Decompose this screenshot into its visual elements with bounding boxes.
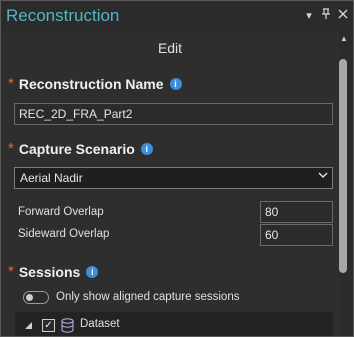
sessions-heading: * Sessions i: [8, 263, 99, 280]
capture-scenario-label: Capture Scenario: [18, 140, 135, 157]
required-marker: *: [8, 140, 14, 157]
aligned-sessions-toggle-label: Only show aligned capture sessions: [56, 291, 240, 303]
expand-triangle-icon[interactable]: [25, 322, 32, 331]
forward-overlap-input[interactable]: 80: [260, 201, 333, 223]
info-icon[interactable]: i: [169, 77, 182, 90]
scroll-up-icon[interactable]: ▲: [339, 33, 349, 45]
database-icon: [61, 318, 74, 333]
tree-item-label[interactable]: Dataset: [80, 318, 120, 330]
pane-content: Edit * Reconstruction Name i REC_2D_FRA_…: [1, 31, 339, 336]
capture-scenario-value: Aerial Nadir: [20, 171, 83, 185]
forward-overlap-label: Forward Overlap: [18, 206, 104, 218]
required-marker: *: [8, 75, 14, 92]
close-icon[interactable]: [336, 8, 350, 24]
sessions-tree: ✓ Dataset: [15, 312, 333, 336]
chevron-down-icon: [318, 170, 328, 183]
capture-scenario-select[interactable]: Aerial Nadir: [14, 167, 333, 189]
sideward-overlap-input[interactable]: 60: [260, 224, 333, 246]
capture-scenario-heading: * Capture Scenario i: [8, 140, 153, 157]
reconstruction-name-heading: * Reconstruction Name i: [8, 75, 182, 92]
reconstruction-name-label: Reconstruction Name: [18, 75, 164, 92]
aligned-sessions-toggle[interactable]: [23, 291, 49, 304]
edit-heading: Edit: [157, 40, 183, 56]
sideward-overlap-label: Sideward Overlap: [18, 228, 110, 240]
scroll-thumb[interactable]: [339, 59, 347, 273]
chevron-down-icon[interactable]: ▾: [302, 8, 316, 24]
pane-title: Reconstruction: [6, 6, 120, 25]
reconstruction-pane: Reconstruction ▾ Edit * Reconstruction N…: [0, 0, 354, 337]
pin-icon[interactable]: [319, 8, 333, 24]
pane-titlebar: Reconstruction ▾: [1, 1, 353, 31]
info-icon[interactable]: i: [140, 142, 153, 155]
required-marker: *: [8, 263, 14, 280]
info-icon[interactable]: i: [86, 265, 99, 278]
sessions-label: Sessions: [18, 263, 81, 280]
reconstruction-name-input[interactable]: REC_2D_FRA_Part2: [14, 103, 333, 125]
vertical-scrollbar[interactable]: ▲: [339, 31, 353, 336]
dataset-checkbox[interactable]: ✓: [42, 319, 55, 332]
toggle-knob: [26, 294, 33, 301]
